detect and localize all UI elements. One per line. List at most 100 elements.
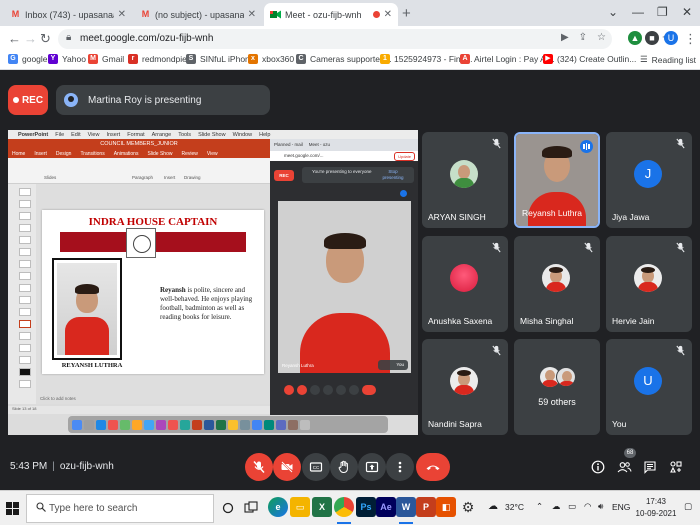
forward-icon[interactable]: →	[24, 31, 37, 46]
bookmark-yahoo[interactable]: Y Yahoo	[48, 54, 86, 64]
bookmark-find[interactable]: 1 1525924973 - Find...	[380, 54, 472, 64]
file-explorer-icon[interactable]: ▭	[290, 497, 310, 517]
participant-name: Jiya Jawa	[612, 212, 650, 222]
close-icon[interactable]: ✕	[248, 9, 256, 20]
extension-icon[interactable]: ■	[645, 31, 659, 45]
restore-icon[interactable]: ❐	[657, 5, 668, 19]
shared-screen[interactable]: PowerPoint File Edit View Insert Format …	[8, 130, 418, 435]
mini-rec-badge: REC	[274, 170, 294, 181]
profile-avatar[interactable]: U	[664, 31, 678, 45]
reload-icon[interactable]: ↻	[40, 31, 51, 47]
bookmark-star-icon[interactable]: ☆	[597, 32, 606, 43]
mini-more-icon	[349, 385, 359, 395]
notifications-icon[interactable]: ▢	[684, 501, 692, 512]
menu-dots-icon[interactable]: ⋮	[684, 31, 697, 47]
powerpoint-icon[interactable]: P	[416, 497, 436, 517]
launchpad-icon	[84, 419, 94, 430]
participant-tile[interactable]: Anushka Saxena	[422, 236, 508, 332]
word-icon[interactable]: W	[396, 497, 416, 517]
edge-icon[interactable]: e	[268, 497, 288, 517]
more-options-button[interactable]	[386, 453, 414, 481]
lock-icon[interactable]: 🔒︎	[66, 32, 71, 43]
excel-icon[interactable]: X	[312, 497, 332, 517]
mini-video-feed: Reyansh Luthra You	[278, 201, 411, 373]
windows-start-icon[interactable]	[6, 502, 19, 515]
info-icon	[591, 460, 605, 474]
participant-tile[interactable]: J Jiya Jawa	[606, 132, 692, 228]
omnibox[interactable]: 🔒︎ meet.google.com/ozu-fijb-wnh ▶ ⇪ ☆	[58, 29, 612, 49]
raise-hand-icon	[338, 460, 348, 473]
menu-powerpoint: PowerPoint	[18, 131, 49, 138]
close-window-icon[interactable]: ✕	[682, 5, 692, 19]
chat-icon	[644, 461, 656, 474]
weather-icon[interactable]: ☁	[488, 501, 498, 512]
chrome-icon[interactable]	[334, 497, 354, 517]
self-tile[interactable]: U You	[606, 339, 692, 435]
close-icon[interactable]: ✕	[384, 9, 392, 20]
participant-tile[interactable]: Nandini Sapra	[422, 339, 508, 435]
participant-tile-active[interactable]: Reyansh Luthra	[514, 132, 600, 228]
menu-format: Format	[127, 131, 145, 138]
wifi-icon[interactable]: ◠	[584, 501, 591, 512]
meeting-details[interactable]: 5:43 PM | ozu-fijb-wnh	[10, 461, 114, 472]
network-icon[interactable]: ▭	[568, 501, 576, 512]
airtel-icon: A	[460, 54, 470, 64]
cortana-icon[interactable]	[222, 502, 234, 514]
bookmark-redmondpie[interactable]: r redmondpie	[128, 54, 187, 64]
settings-gear-icon[interactable]: ⚙	[458, 497, 478, 517]
others-avatars	[540, 367, 576, 391]
menu-tools: Tools	[178, 131, 192, 138]
activities-button[interactable]	[668, 459, 684, 475]
bookmark-gmail[interactable]: M Gmail	[88, 54, 124, 64]
participant-tile[interactable]: ARYAN SINGH	[422, 132, 508, 228]
bookmark-airtel[interactable]: A Airtel Login : Pay Ai...	[460, 54, 555, 64]
taskbar-clock[interactable]: 17:43 10-09-2021	[632, 496, 680, 520]
tab-no-subject[interactable]: M (no subject) - upasanaabhalla13@ ✕	[134, 3, 262, 26]
present-now-button[interactable]	[358, 453, 386, 481]
leave-call-button[interactable]	[416, 453, 450, 481]
new-tab-button[interactable]: +	[402, 5, 411, 22]
bookmark-sinful-iphone[interactable]: S SINfuL iPhone	[186, 54, 255, 64]
slide-thumb	[19, 272, 31, 280]
bookmark-xbox360[interactable]: x xbox360	[248, 54, 294, 64]
task-view-icon[interactable]	[244, 501, 258, 515]
office-icon[interactable]: ◧	[436, 497, 456, 517]
weather-temp[interactable]: 32°C	[505, 502, 524, 512]
camera-in-use-icon[interactable]: ▶	[561, 32, 569, 43]
participant-tile[interactable]: Hervie Jain	[606, 236, 692, 332]
mic-toggle-button[interactable]	[245, 453, 273, 481]
camera-toggle-button[interactable]	[273, 453, 301, 481]
bookmark-cameras[interactable]: C Cameras supported...	[296, 54, 392, 64]
slide-thumb	[19, 344, 31, 352]
tab-inbox[interactable]: M Inbox (743) - upasanaa@theindi ✕	[4, 3, 132, 26]
taskbar-search-box[interactable]: Type here to search	[26, 494, 214, 523]
onedrive-icon[interactable]: ☁	[552, 501, 561, 512]
captions-button[interactable]: CC	[302, 453, 330, 481]
share-icon[interactable]: ⇪	[579, 32, 587, 43]
back-icon[interactable]: ←	[8, 31, 21, 46]
participant-name: Nandini Sapra	[428, 419, 482, 429]
photoshop-icon[interactable]: Ps	[356, 497, 376, 517]
minimize-icon[interactable]: —	[632, 5, 644, 19]
input-language[interactable]: ENG	[612, 502, 630, 512]
current-slide: INDRA HOUSE CAPTAIN REYANSH LUTHRA Reyan…	[42, 210, 264, 374]
meeting-info-button[interactable]	[590, 459, 606, 475]
raise-hand-button[interactable]	[330, 453, 358, 481]
ppt-ribbon: Slides Paragraph Insert Drawing	[8, 158, 270, 184]
chat-button[interactable]	[642, 459, 658, 475]
bookmark-youtube[interactable]: ▶ (324) Create Outlin...	[543, 54, 636, 64]
participant-tile[interactable]: Misha Singhal	[514, 236, 600, 332]
mini-mic-off-icon	[284, 385, 294, 395]
close-icon[interactable]: ✕	[118, 9, 126, 20]
reading-list[interactable]: ☰ Reading list	[640, 54, 696, 65]
after-effects-icon[interactable]: Ae	[376, 497, 396, 517]
people-button[interactable]	[616, 459, 632, 475]
extension-icon[interactable]: ▲	[628, 31, 642, 45]
show-hidden-icons[interactable]: ⌃	[536, 501, 543, 512]
tab-meet[interactable]: Meet - ozu-fijb-wnh ✕	[264, 3, 398, 26]
others-tile[interactable]: 59 others	[514, 339, 600, 435]
volume-icon[interactable]: 🔊︎	[598, 501, 603, 512]
tab-search-icon[interactable]: ⌄	[608, 5, 618, 19]
bookmark-google[interactable]: Ggoogle	[8, 54, 48, 64]
recording-dot-icon	[372, 11, 380, 18]
